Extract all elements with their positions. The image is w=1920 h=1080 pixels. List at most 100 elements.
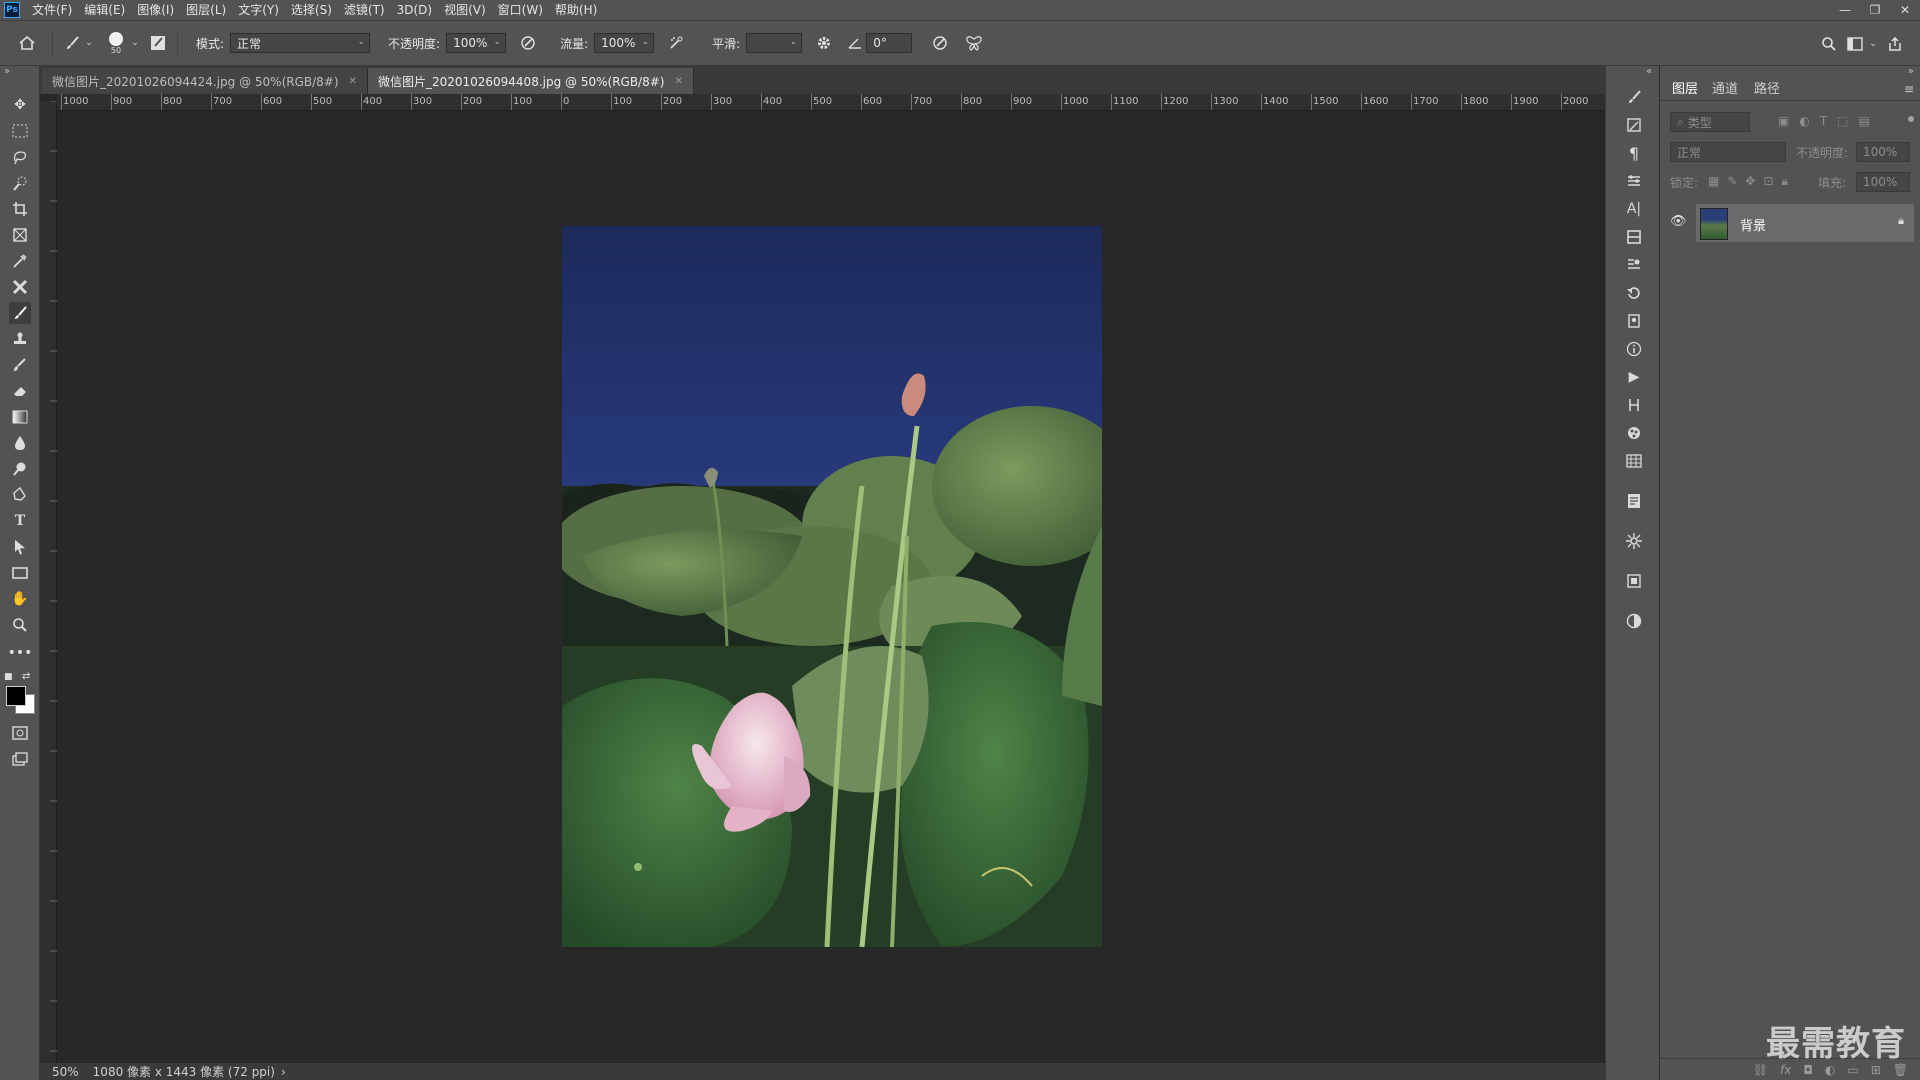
eraser-tool-icon[interactable]	[9, 380, 31, 402]
pixel-filter-icon[interactable]: ▣	[1778, 114, 1789, 128]
more-tools-icon[interactable]: •••	[8, 642, 33, 664]
menu-file[interactable]: 文件(F)	[26, 0, 78, 20]
menu-image[interactable]: 图像(I)	[131, 0, 180, 20]
layer-opacity-field[interactable]: 100%	[1856, 142, 1910, 162]
fill-field[interactable]: 100%	[1856, 172, 1910, 192]
layer-row[interactable]: 背景 🔒︎	[1696, 204, 1914, 242]
workspace-icon[interactable]	[1844, 32, 1866, 56]
brush-tool-icon[interactable]	[9, 302, 31, 324]
tab-document-1[interactable]: 微信图片_20201026094424.jpg @ 50%(RGB/8#) ✕	[42, 68, 368, 94]
pressure-size-icon[interactable]	[926, 31, 954, 55]
blend-mode-select[interactable]: 正常	[1670, 142, 1786, 162]
menu-type[interactable]: 文字(Y)	[232, 0, 285, 20]
move-tool-icon[interactable]: ✥	[9, 94, 31, 116]
adjustments-icon[interactable]	[1623, 170, 1645, 192]
history-brush-tool-icon[interactable]	[9, 354, 31, 376]
airbrush-icon[interactable]	[662, 31, 690, 55]
close-icon[interactable]: ✕	[1890, 0, 1920, 20]
properties-icon[interactable]	[1623, 254, 1645, 276]
chevron-right-icon[interactable]: ›	[281, 1065, 286, 1079]
foreground-color-swatch[interactable]	[6, 686, 26, 706]
paragraph-icon[interactable]: ¶	[1623, 142, 1645, 164]
menu-select[interactable]: 选择(S)	[285, 0, 338, 20]
adjustment-filter-icon[interactable]: ◐	[1799, 114, 1809, 128]
menu-3d[interactable]: 3D(D)	[391, 0, 438, 20]
close-icon[interactable]: ✕	[674, 76, 682, 87]
eyedropper-tool-icon[interactable]	[9, 250, 31, 272]
swap-colors-icon[interactable]: ⇄	[22, 671, 30, 682]
brush-preset-chevron-icon[interactable]: ⌄	[129, 31, 141, 55]
layer-filter-select[interactable]: ⌕ 类型	[1670, 112, 1750, 132]
lasso-tool-icon[interactable]	[9, 146, 31, 168]
layer-name[interactable]: 背景	[1740, 215, 1766, 234]
filter-toggle-icon[interactable]	[1908, 116, 1914, 122]
menu-help[interactable]: 帮助(H)	[549, 0, 603, 20]
home-icon[interactable]	[10, 31, 44, 55]
libraries-icon[interactable]	[1623, 226, 1645, 248]
angle-field[interactable]: 0°	[866, 33, 913, 53]
eye-icon[interactable]: 👁︎	[1670, 214, 1687, 229]
history-icon[interactable]	[1623, 282, 1645, 304]
quick-mask-icon[interactable]	[9, 722, 31, 744]
dodge-tool-icon[interactable]	[9, 458, 31, 480]
brush-settings-icon[interactable]	[1623, 86, 1645, 108]
info-icon[interactable]	[1623, 338, 1645, 360]
shape-filter-icon[interactable]: ⬚	[1837, 114, 1848, 128]
menu-layer[interactable]: 图层(L)	[180, 0, 232, 20]
menu-window[interactable]: 窗口(W)	[492, 0, 549, 20]
color-adjust-icon[interactable]	[1623, 610, 1645, 632]
mode-select[interactable]: 正常 ⌄	[230, 33, 371, 53]
clone-stamp-tool-icon[interactable]	[9, 328, 31, 350]
export-icon[interactable]	[1623, 570, 1645, 592]
smoothing-field[interactable]: ⌄	[746, 33, 803, 53]
swatches-icon[interactable]	[1623, 450, 1645, 472]
screen-mode-icon[interactable]	[9, 748, 31, 770]
close-icon[interactable]: ✕	[349, 76, 357, 87]
pen-tool-icon[interactable]	[9, 484, 31, 506]
menu-view[interactable]: 视图(V)	[438, 0, 492, 20]
search-icon[interactable]	[1814, 32, 1844, 56]
lock-artboard-icon[interactable]: ⊡	[1763, 174, 1773, 189]
actions-icon[interactable]	[1623, 310, 1645, 332]
minimize-icon[interactable]: —	[1830, 0, 1860, 20]
menu-edit[interactable]: 编辑(E)	[78, 0, 131, 20]
type-filter-icon[interactable]: T	[1820, 114, 1827, 128]
collapse-panel-icon[interactable]: »	[1908, 66, 1914, 77]
lock-transparent-icon[interactable]: ▦	[1708, 174, 1719, 189]
menu-filter[interactable]: 滤镜(T)	[338, 0, 391, 20]
hand-tool-icon[interactable]: ✋	[9, 588, 31, 610]
pressure-opacity-icon[interactable]	[514, 31, 542, 55]
opacity-field[interactable]: 100% ⌄	[446, 33, 507, 53]
lock-pixels-icon[interactable]: ✎	[1727, 174, 1737, 189]
share-icon[interactable]	[1880, 32, 1910, 56]
flow-field[interactable]: 100% ⌄	[594, 33, 655, 53]
tool-preset-chevron-icon[interactable]: ⌄	[83, 31, 95, 55]
collapse-toolbar-icon[interactable]: »	[4, 66, 10, 77]
notes-icon[interactable]	[1623, 490, 1645, 512]
zoom-tool-icon[interactable]	[9, 614, 31, 636]
tab-channels[interactable]: 通道	[1712, 78, 1738, 97]
restore-icon[interactable]: ❐	[1860, 0, 1890, 20]
navigator-icon[interactable]	[1623, 530, 1645, 552]
timeline-icon[interactable]	[1623, 394, 1645, 416]
collapse-icons-icon[interactable]: «	[1646, 66, 1652, 77]
path-selection-tool-icon[interactable]	[9, 536, 31, 558]
blur-tool-icon[interactable]	[9, 432, 31, 454]
gradient-tool-icon[interactable]	[9, 406, 31, 428]
healing-brush-tool-icon[interactable]	[9, 276, 31, 298]
smart-object-filter-icon[interactable]: ▤	[1859, 114, 1870, 128]
brush-tool-icon[interactable]	[61, 31, 83, 55]
type-tool-icon[interactable]: T	[9, 510, 31, 532]
frame-tool-icon[interactable]	[9, 224, 31, 246]
workspace-chevron-icon[interactable]: ⌄	[1866, 32, 1880, 56]
rectangle-tool-icon[interactable]	[9, 562, 31, 584]
clone-source-icon[interactable]	[1623, 114, 1645, 136]
panel-menu-icon[interactable]: ≡	[1904, 82, 1914, 96]
brush-settings-panel-icon[interactable]	[147, 31, 169, 55]
brush-preset-picker[interactable]: 50	[103, 31, 129, 55]
lock-position-icon[interactable]: ✥	[1745, 174, 1755, 189]
default-colors-icon[interactable]: ■	[4, 672, 13, 682]
zoom-level[interactable]: 50%	[52, 1065, 79, 1079]
quick-selection-tool-icon[interactable]	[9, 172, 31, 194]
symmetry-butterfly-icon[interactable]	[960, 31, 988, 55]
